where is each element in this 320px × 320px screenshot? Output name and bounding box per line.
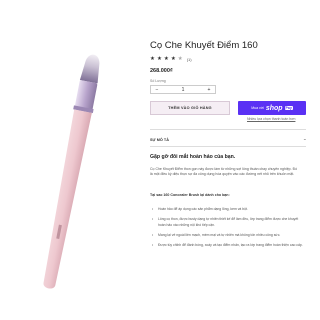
quantity-increase-button[interactable]: + <box>203 87 215 93</box>
description-paragraph: Cọ Che Khuyết Điểm thon gọn này được làm… <box>150 167 298 177</box>
star-icon: ★ <box>150 56 155 62</box>
quantity-label: Số Lượng <box>150 79 166 83</box>
rating-count[interactable]: (1) <box>187 57 192 62</box>
description-subheading: Tại sao 160 Concealer Brush lại dành cho… <box>150 193 230 197</box>
list-item: Được tùy chỉnh để đánh bóng, xoáy và tạo… <box>150 243 306 249</box>
collapse-icon: − <box>303 138 306 142</box>
shoppay-button[interactable]: Mua với shop Pay <box>238 101 306 115</box>
description-heading: Gặp gỡ đôi mắt hoàn hảo của bạn. <box>150 154 236 160</box>
shoppay-shop: shop <box>265 104 283 112</box>
product-title: Cọ Che Khuyết Điểm 160 <box>150 40 258 51</box>
shoppay-prefix: Mua với <box>251 106 264 110</box>
brush-bristles <box>79 54 100 84</box>
description-toggle[interactable]: SỰ MÔ TẢ − <box>150 138 306 142</box>
star-empty-icon: ★ <box>177 56 183 62</box>
list-item: Lông cọ thon, được busty dạng tự nhiên t… <box>150 217 306 228</box>
star-icon: ★ <box>156 56 162 62</box>
list-item: Mang lại vẻ ngoài liền mạch, mềm mại và … <box>150 233 306 239</box>
product-price: 268.000₫ <box>150 68 173 74</box>
quantity-decrease-button[interactable]: − <box>151 87 163 93</box>
shoppay-pay: Pay <box>284 106 293 110</box>
description-section-label: SỰ MÔ TẢ <box>150 138 169 142</box>
star-icon: ★ <box>163 56 169 62</box>
divider <box>150 146 306 147</box>
product-rating[interactable]: ★ ★ ★ ★ ★ (1) <box>150 56 192 63</box>
quantity-value[interactable]: 1 <box>177 87 189 93</box>
star-icon: ★ <box>170 56 176 62</box>
more-payment-options-link[interactable]: Nhiều lựa chọn thanh toán hơn <box>247 117 295 121</box>
divider <box>150 129 306 130</box>
brush-group <box>43 54 100 289</box>
brush-handle <box>43 109 92 289</box>
add-to-cart-button[interactable]: THÊM VÀO GIỎ HÀNG <box>150 101 230 115</box>
list-item: Hoàn hảo để áp dụng các sản phẩm dạng lỏ… <box>150 207 306 213</box>
quantity-stepper[interactable]: − 1 + <box>150 85 216 94</box>
description-bullet-list: Hoàn hảo để áp dụng các sản phẩm dạng lỏ… <box>150 207 306 253</box>
product-image-brush[interactable] <box>6 48 136 298</box>
